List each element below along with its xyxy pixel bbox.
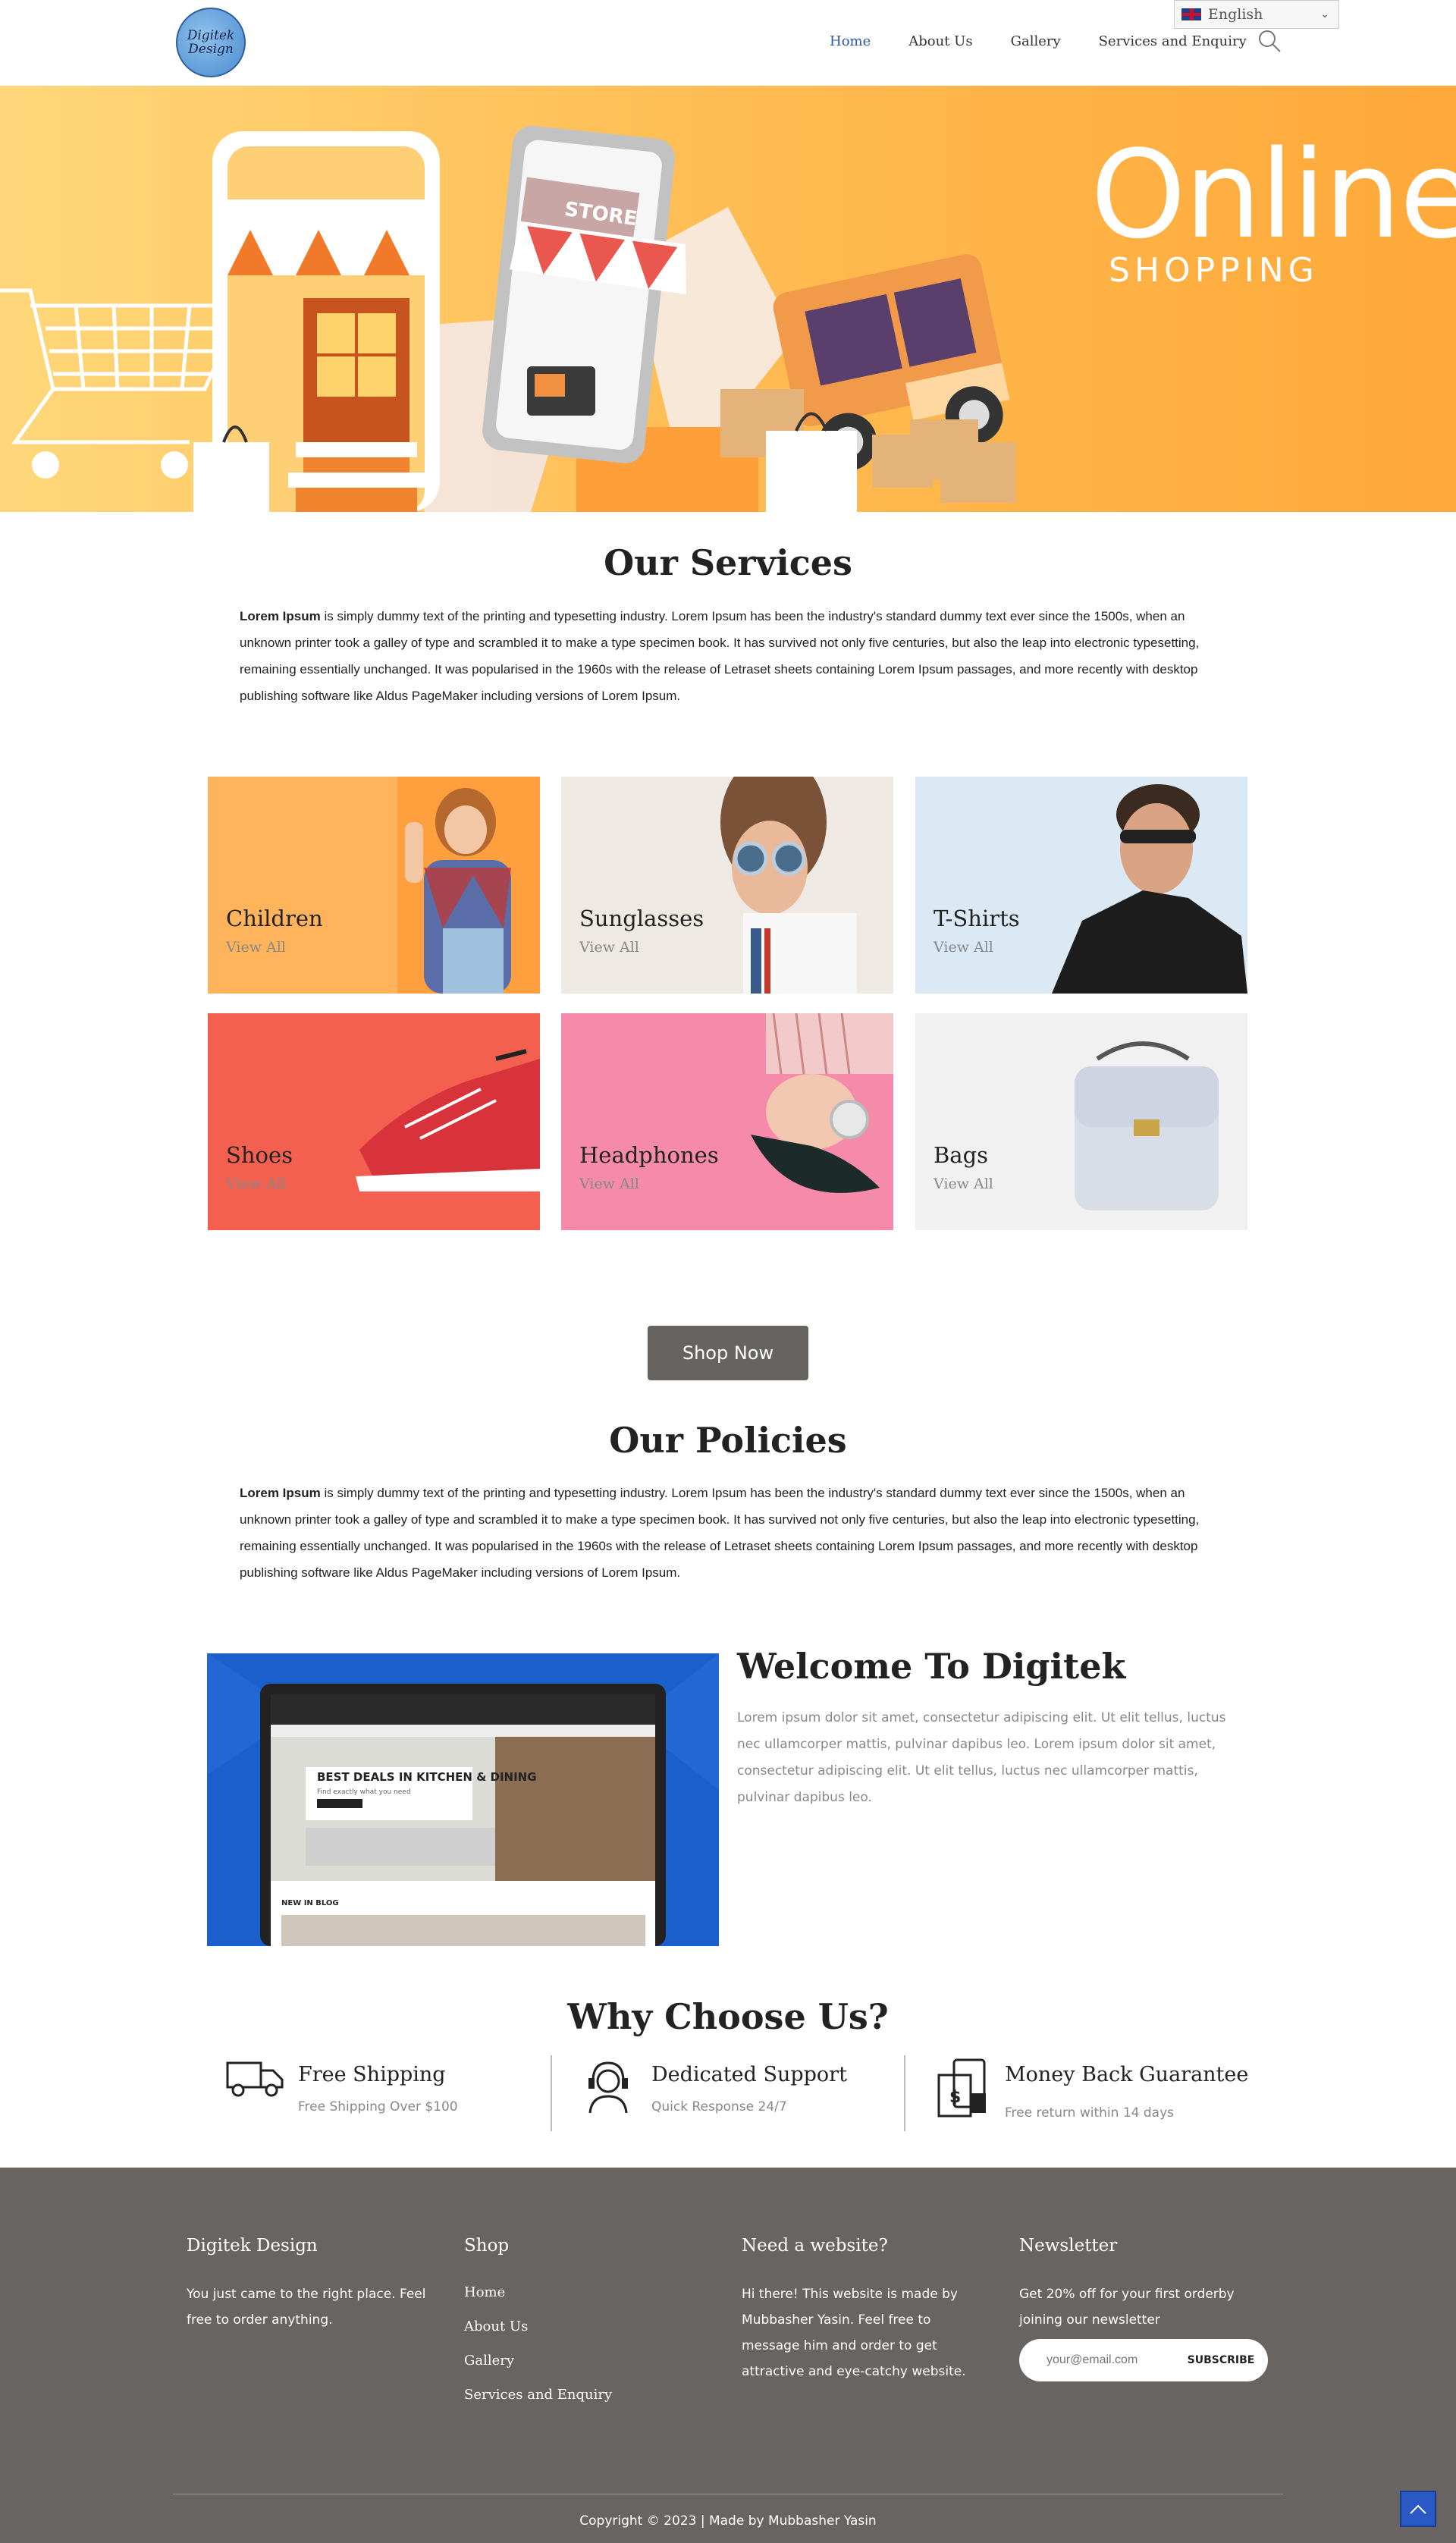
category-tile-tshirts[interactable]: T-Shirts View All: [915, 777, 1247, 994]
footer-col3-text: Hi there! This website is made by Mubbas…: [742, 2287, 966, 2379]
logo-text: Digitek Design: [177, 29, 244, 56]
logo-text-line1: Digitek: [187, 28, 235, 43]
view-all-link[interactable]: View All: [579, 939, 639, 956]
policies-bold: Lorem Ipsum: [240, 1486, 321, 1500]
search-icon[interactable]: [1257, 29, 1282, 53]
uk-flag-icon: [1181, 8, 1202, 21]
feature-divider: [551, 2055, 552, 2131]
screen-sub-text: Find exactly what you need: [317, 1788, 411, 1796]
footer-link-services-enquiry[interactable]: Services and Enquiry: [464, 2387, 612, 2403]
category-name: T-Shirts: [934, 906, 1020, 931]
footer-col2-title: Shop: [464, 2236, 510, 2256]
services-bold: Lorem Ipsum: [240, 609, 321, 623]
copyright-text: Copyright © 2023 | Made by Mubbasher Yas…: [579, 2513, 877, 2529]
footer-col1-text: You just came to the right place. Feel f…: [187, 2287, 426, 2328]
view-all-link[interactable]: View All: [934, 939, 993, 956]
footer-link-gallery[interactable]: Gallery: [464, 2353, 514, 2369]
scroll-to-top-button[interactable]: [1400, 2491, 1436, 2527]
chevron-up-icon: [1410, 2504, 1426, 2514]
welcome-title: Welcome To Digitek: [737, 1646, 1126, 1687]
feature-free-shipping: Free Shipping Free Shipping Over $100: [209, 2048, 535, 2131]
category-name: Shoes: [226, 1142, 293, 1168]
site-footer: Digitek Design You just came to the righ…: [0, 2168, 1456, 2543]
support-agent-icon: [588, 2061, 628, 2114]
view-all-link[interactable]: View All: [934, 1176, 993, 1192]
footer-col4-title: Newsletter: [1019, 2236, 1118, 2256]
laptop-mockup: BEST DEALS IN KITCHEN & DINING Find exac…: [207, 1653, 719, 1946]
why-title: Why Choose Us?: [567, 1996, 889, 2037]
category-tile-headphones[interactable]: Headphones View All: [561, 1013, 893, 1230]
feature-dedicated-support: Dedicated Support Quick Response 24/7: [563, 2048, 889, 2131]
footer-col4-text: Get 20% off for your first orderby joini…: [1019, 2287, 1235, 2328]
feature-subtitle: Free return within 14 days: [1005, 2105, 1174, 2121]
footer-link-about-us[interactable]: About Us: [464, 2319, 528, 2334]
category-name: Sunglasses: [579, 906, 704, 931]
bags-photo: [915, 1013, 1247, 1230]
sunglasses-photo: [561, 777, 893, 994]
category-name: Headphones: [579, 1142, 719, 1168]
shop-now-button[interactable]: Shop Now: [648, 1326, 808, 1380]
site-header: Digitek Design Home About Us Gallery Ser…: [0, 0, 1456, 86]
screen-banner-text: BEST DEALS IN KITCHEN & DINING: [317, 1770, 537, 1784]
shoes-photo: [208, 1013, 540, 1230]
welcome-laptop-image: BEST DEALS IN KITCHEN & DINING Find exac…: [207, 1653, 719, 1946]
feature-title: Free Shipping: [298, 2063, 446, 2086]
category-tile-shoes[interactable]: Shoes View All: [208, 1013, 540, 1230]
site-logo[interactable]: Digitek Design: [176, 8, 246, 77]
feature-money-back: $ Money Back Guarantee Free return withi…: [916, 2048, 1265, 2131]
newsletter-form: SUBSCRIBE: [1019, 2339, 1268, 2381]
nav-about-us[interactable]: About Us: [908, 33, 972, 49]
truck-icon: [226, 2061, 284, 2097]
feature-subtitle: Free Shipping Over $100: [298, 2099, 458, 2114]
nav-gallery[interactable]: Gallery: [1011, 33, 1061, 49]
language-select[interactable]: English ⌄: [1174, 0, 1339, 29]
category-tile-sunglasses[interactable]: Sunglasses View All: [561, 777, 893, 994]
feature-divider: [904, 2055, 905, 2131]
hero-title: Online.: [1090, 124, 1456, 265]
view-all-link[interactable]: View All: [226, 1176, 286, 1192]
view-all-link[interactable]: View All: [226, 939, 286, 956]
children-photo: [208, 777, 540, 994]
hero-subtitle: SHOPPING: [1109, 251, 1319, 290]
screen-blog-text: NEW IN BLOG: [281, 1899, 339, 1907]
newsletter-email-input[interactable]: [1046, 2348, 1175, 2372]
svg-text:$: $: [949, 2088, 961, 2107]
logo-text-line2: Design: [188, 42, 234, 57]
view-all-link[interactable]: View All: [579, 1176, 639, 1192]
feature-title: Dedicated Support: [651, 2063, 847, 2086]
feature-title: Money Back Guarantee: [1005, 2063, 1249, 2086]
main-nav: Home About Us Gallery Services and Enqui…: [830, 33, 1285, 49]
nav-home[interactable]: Home: [830, 33, 871, 49]
headphones-photo: [561, 1013, 893, 1230]
services-title: Our Services: [604, 542, 852, 583]
category-tile-children[interactable]: Children View All: [208, 777, 540, 994]
services-text: is simply dummy text of the printing and…: [240, 609, 1200, 703]
footer-col3-title: Need a website?: [742, 2236, 888, 2256]
hero-banner: ONLINE STORE STORE Online SHOPPING: [0, 86, 1456, 512]
policies-paragraph: Lorem Ipsum is simply dummy text of the …: [240, 1480, 1218, 1586]
policies-text: is simply dummy text of the printing and…: [240, 1486, 1200, 1580]
services-paragraph: Lorem Ipsum is simply dummy text of the …: [240, 603, 1218, 709]
money-back-icon: $: [937, 2058, 986, 2118]
footer-link-home[interactable]: Home: [464, 2284, 505, 2300]
category-name: Bags: [934, 1142, 989, 1168]
footer-col1-title: Digitek Design: [187, 2236, 318, 2256]
tshirts-photo: [915, 777, 1247, 994]
welcome-text: Lorem ipsum dolor sit amet, consectetur …: [737, 1710, 1226, 1805]
category-tile-bags[interactable]: Bags View All: [915, 1013, 1247, 1230]
feature-subtitle: Quick Response 24/7: [651, 2099, 787, 2114]
category-name: Children: [226, 906, 323, 931]
policies-title: Our Policies: [609, 1420, 847, 1461]
subscribe-button[interactable]: SUBSCRIBE: [1183, 2348, 1259, 2372]
chevron-down-icon: ⌄: [1320, 8, 1329, 20]
nav-services-enquiry[interactable]: Services and Enquiry: [1099, 33, 1247, 49]
language-label: English: [1208, 6, 1263, 23]
